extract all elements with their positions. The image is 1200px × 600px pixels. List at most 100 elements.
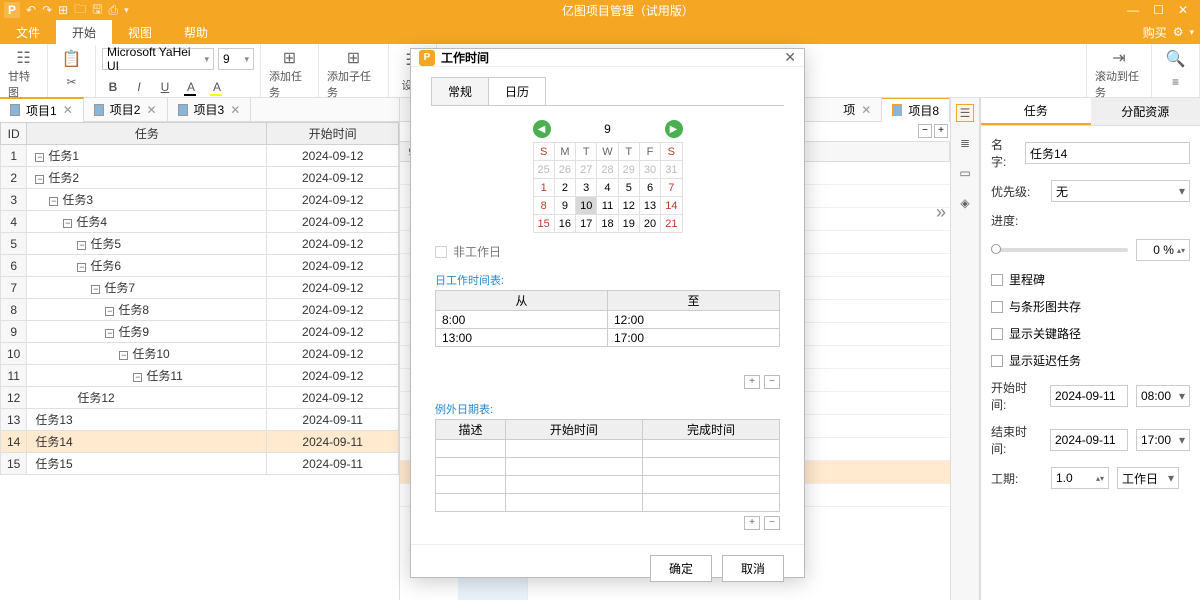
table-row[interactable]: 4−任务42024-09-12 (1, 211, 399, 233)
calendar-day[interactable]: 6 (639, 179, 660, 197)
show-delay-checkbox[interactable]: 显示延迟任务 (991, 352, 1190, 369)
calendar-day[interactable]: 31 (661, 161, 682, 179)
progress-value[interactable]: 0 %▴▾ (1136, 239, 1190, 261)
remove-row-button[interactable]: − (764, 375, 780, 389)
end-date-input[interactable]: 2024-09-11 (1050, 429, 1128, 451)
task-name-input[interactable] (1025, 142, 1190, 164)
collapse-icon[interactable]: − (119, 351, 128, 360)
calendar-day[interactable]: 13 (639, 197, 660, 215)
exception-table[interactable]: 描述开始时间完成时间 (435, 419, 780, 512)
list-icon[interactable]: ≣ (956, 134, 974, 152)
close-icon[interactable]: ✕ (1178, 3, 1188, 17)
col-start[interactable]: 开始时间 (267, 123, 399, 145)
tab-close-icon[interactable]: ✕ (146, 103, 156, 117)
collapse-icon[interactable]: − (49, 197, 58, 206)
menu-视图[interactable]: 视图 (112, 20, 168, 45)
table-row[interactable]: 2−任务22024-09-12 (1, 167, 399, 189)
buy-link[interactable]: 购买 (1143, 24, 1167, 41)
table-row[interactable]: 6−任务62024-09-12 (1, 255, 399, 277)
table-row[interactable]: 5−任务52024-09-12 (1, 233, 399, 255)
dialog-tab-general[interactable]: 常规 (431, 77, 489, 105)
calendar-day[interactable]: 11 (597, 197, 618, 215)
maximize-icon[interactable]: ☐ (1153, 3, 1164, 17)
calendar-day[interactable]: 2 (554, 179, 575, 197)
tab-close-icon[interactable]: ✕ (230, 103, 240, 117)
tab-close-icon[interactable]: ✕ (63, 103, 73, 117)
table-row[interactable]: 7−任务72024-09-12 (1, 277, 399, 299)
start-time-input[interactable]: 08:00▾ (1136, 385, 1190, 407)
zoom-out-button[interactable]: − (918, 124, 932, 138)
dialog-close-icon[interactable]: ✕ (784, 49, 796, 66)
tab-partial[interactable]: 项✕ (833, 98, 882, 121)
new-icon[interactable]: ⊞ (58, 3, 68, 17)
clipboard-group[interactable]: 📋 ✂ (48, 44, 96, 97)
highlight-button[interactable]: A (206, 76, 228, 98)
calendar-day[interactable]: 5 (618, 179, 639, 197)
col-id[interactable]: ID (1, 123, 27, 145)
calendar-day[interactable]: 20 (639, 215, 660, 233)
calendar-day[interactable]: 18 (597, 215, 618, 233)
collapse-icon[interactable]: − (91, 285, 100, 294)
calendar-day[interactable]: 27 (576, 161, 597, 179)
calendar-day[interactable]: 21 (661, 215, 682, 233)
open-icon[interactable]: 🗀 (74, 0, 86, 21)
search-button[interactable]: 🔍 ≡ (1152, 44, 1200, 97)
collapse-icon[interactable]: − (63, 219, 72, 228)
add-subtask-button[interactable]: ⊞ 添加子任务 (319, 44, 389, 97)
scroll-to-task-button[interactable]: ⇥ 滚动到任务 (1086, 44, 1152, 97)
tab-task-props[interactable]: 任务 (981, 98, 1091, 125)
menu-开始[interactable]: 开始 (56, 20, 112, 45)
print-icon[interactable]: ⎙ (108, 3, 118, 18)
underline-button[interactable]: U (154, 76, 176, 98)
show-critical-checkbox[interactable]: 显示关键路径 (991, 325, 1190, 342)
page-icon[interactable]: ▭ (956, 164, 974, 182)
undo-icon[interactable]: ↶ (26, 3, 36, 17)
font-size-select[interactable]: 9▾ (218, 48, 254, 70)
calendar-day[interactable]: 29 (618, 161, 639, 179)
doc-tab[interactable]: 项目1✕ (0, 97, 84, 122)
work-time-table[interactable]: 从至 8:0012:0013:0017:00 (435, 290, 780, 347)
milestone-checkbox[interactable]: 里程碑 (991, 271, 1190, 288)
remove-exception-button[interactable]: − (764, 516, 780, 530)
duration-unit-select[interactable]: 工作日▾ (1117, 467, 1179, 489)
doc-tab[interactable]: 项目2✕ (84, 98, 168, 121)
bold-button[interactable]: B (102, 76, 124, 98)
table-row[interactable]: 9−任务92024-09-12 (1, 321, 399, 343)
tab-close-icon[interactable]: ✕ (861, 103, 871, 117)
start-date-input[interactable]: 2024-09-11 (1050, 385, 1128, 407)
calendar-day[interactable]: 25 (533, 161, 554, 179)
collapse-icon[interactable]: − (105, 307, 114, 316)
table-row[interactable]: 14任务142024-09-11 (1, 431, 399, 453)
calendar-day[interactable]: 14 (661, 197, 682, 215)
tab-resources[interactable]: 分配资源 (1091, 98, 1200, 125)
calendar-day[interactable]: 10 (576, 197, 597, 215)
table-row[interactable]: 12任务122024-09-12 (1, 387, 399, 409)
redo-icon[interactable]: ↷ (42, 3, 52, 17)
table-row[interactable]: 10−任务102024-09-12 (1, 343, 399, 365)
calendar-day[interactable]: 19 (618, 215, 639, 233)
ok-button[interactable]: 确定 (650, 555, 712, 582)
font-family-select[interactable]: Microsoft YaHei UI▾ (102, 48, 214, 70)
calendar-day[interactable]: 30 (639, 161, 660, 179)
non-workday-checkbox[interactable]: 非工作日 (435, 243, 780, 260)
prev-month-button[interactable]: ◀ (533, 120, 551, 138)
calendar-day[interactable]: 1 (533, 179, 554, 197)
dialog-tab-calendar[interactable]: 日历 (488, 77, 546, 105)
table-row[interactable]: 8−任务82024-09-12 (1, 299, 399, 321)
collapse-icon[interactable]: − (35, 153, 44, 162)
tag-icon[interactable]: ◈ (956, 194, 974, 212)
table-row[interactable]: 15任务152024-09-11 (1, 453, 399, 475)
task-grid[interactable]: ID 任务 开始时间 1−任务12024-09-122−任务22024-09-1… (0, 122, 399, 600)
table-row[interactable]: 3−任务32024-09-12 (1, 189, 399, 211)
duration-input[interactable]: 1.0▴▾ (1051, 467, 1109, 489)
progress-slider[interactable] (991, 248, 1128, 252)
menu-文件[interactable]: 文件 (0, 20, 56, 45)
col-task[interactable]: 任务 (27, 123, 267, 145)
table-row[interactable]: 13任务132024-09-11 (1, 409, 399, 431)
calendar-day[interactable]: 16 (554, 215, 575, 233)
collapse-icon[interactable]: − (77, 241, 86, 250)
share-bar-checkbox[interactable]: 与条形图共存 (991, 298, 1190, 315)
minimize-icon[interactable]: — (1127, 3, 1139, 17)
gear-icon[interactable]: ⚙ (1173, 25, 1184, 39)
add-row-button[interactable]: + (744, 375, 760, 389)
